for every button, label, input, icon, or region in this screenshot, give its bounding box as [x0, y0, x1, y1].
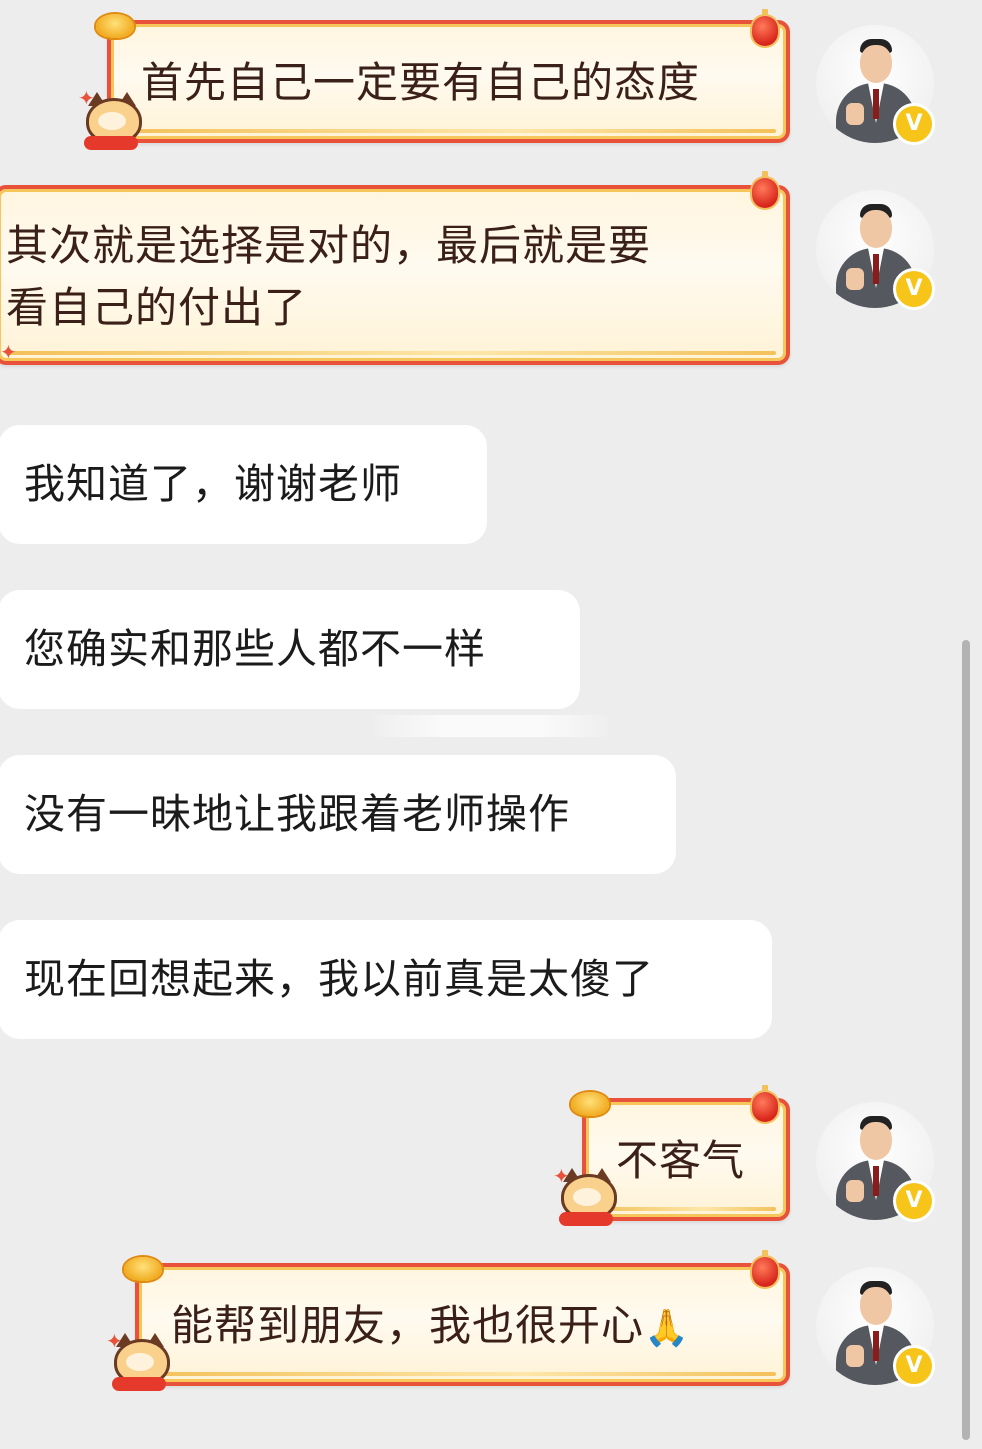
incoming-message-bubble[interactable]: 您确实和那些人都不一样: [0, 590, 580, 709]
verified-badge-icon: V: [893, 268, 935, 310]
message-text: 能帮到朋友，我也很开心🙏: [171, 1295, 690, 1360]
gold-ingot-icon: [96, 14, 134, 38]
verified-badge-icon: V: [893, 103, 935, 145]
cartoon-cat-icon: [108, 1333, 170, 1393]
verified-badge-icon: V: [893, 1180, 935, 1222]
message-text: 不客气: [616, 1136, 746, 1185]
outgoing-message-bubble[interactable]: 首先自己一定要有自己的态度: [107, 20, 790, 143]
red-lantern-icon: [752, 171, 778, 208]
cartoon-cat-icon: [80, 92, 142, 152]
outgoing-message-bubble[interactable]: 其次就是选择是对的，最后就是要 看自己的付出了: [0, 185, 790, 365]
pray-hands-emoji: 🙏: [644, 1308, 690, 1349]
message-text: 首先自己一定要有自己的态度: [141, 58, 701, 107]
red-lantern-icon: [752, 1085, 778, 1122]
watermark: [374, 715, 608, 737]
message-text-line-2: 看自己的付出了: [6, 283, 308, 332]
message-text-content: 能帮到朋友，我也很开心: [171, 1301, 645, 1350]
message-text-line-1: 其次就是选择是对的，最后就是要: [6, 221, 652, 270]
message-text: 现在回想起来，我以前真是太傻了: [24, 955, 654, 1003]
outgoing-message-bubble[interactable]: 能帮到朋友，我也很开心🙏: [135, 1263, 790, 1386]
verified-badge-icon: V: [893, 1345, 935, 1387]
sparkle-icon: ✦: [0, 340, 17, 364]
gold-ingot-icon: [124, 1257, 162, 1281]
cartoon-cat-icon: [555, 1168, 617, 1228]
message-text: 您确实和那些人都不一样: [24, 625, 486, 673]
red-lantern-icon: [752, 1250, 778, 1287]
incoming-message-bubble[interactable]: 没有一昧地让我跟着老师操作: [0, 755, 676, 874]
red-lantern-icon: [752, 9, 778, 46]
scrollbar[interactable]: [962, 640, 970, 1440]
incoming-message-bubble[interactable]: 我知道了，谢谢老师: [0, 425, 487, 544]
message-text: 我知道了，谢谢老师: [24, 460, 402, 508]
incoming-message-bubble[interactable]: 现在回想起来，我以前真是太傻了: [0, 920, 772, 1039]
chat-window: 首先自己一定要有自己的态度 ✦ V 其次就是选择是对的，最后就是要 看自己的付出…: [0, 0, 982, 1449]
gold-ingot-icon: [571, 1092, 609, 1116]
message-text: 没有一昧地让我跟着老师操作: [24, 790, 570, 838]
